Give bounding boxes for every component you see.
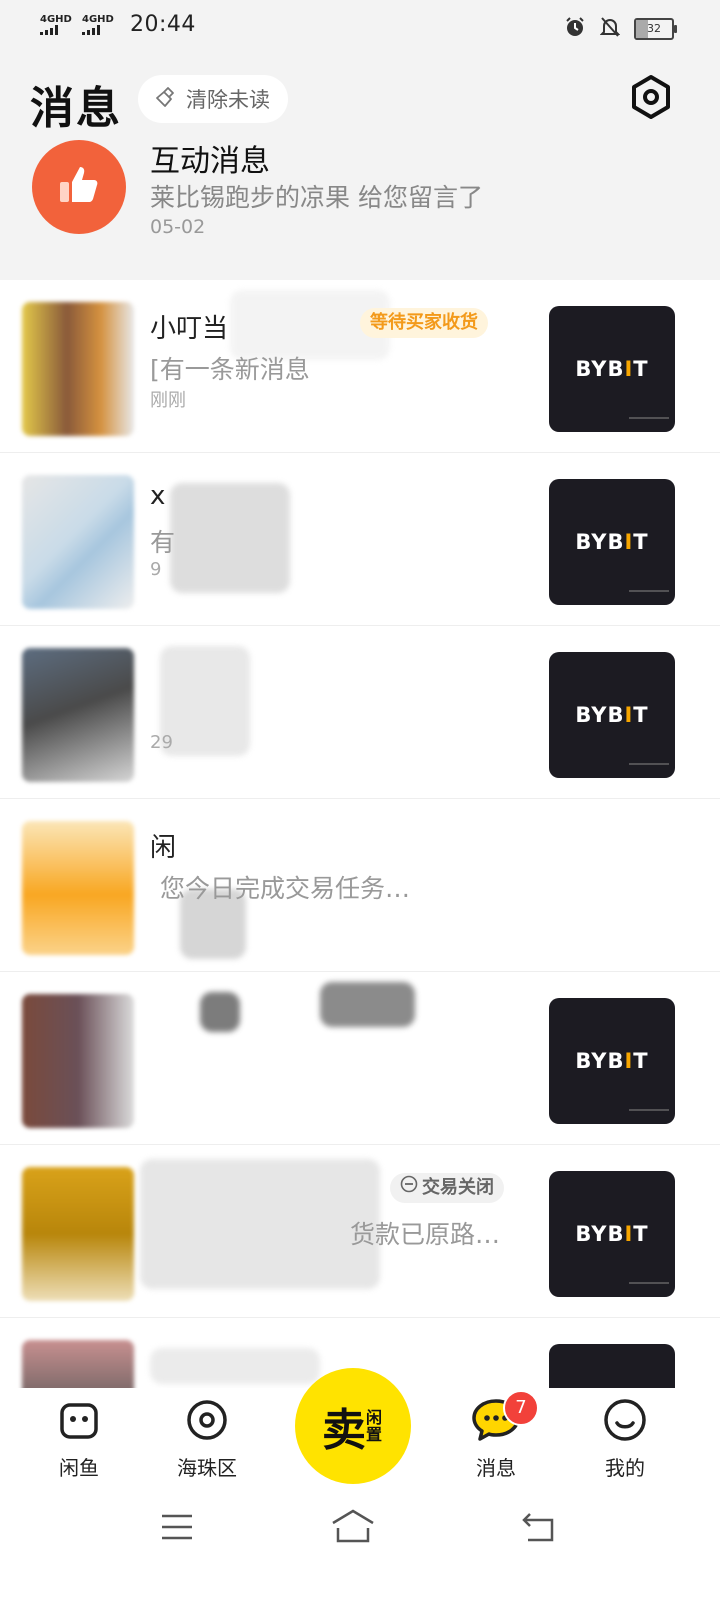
- conversation-row[interactable]: BYBIT: [0, 972, 720, 1145]
- redaction-blur: [160, 646, 250, 756]
- status-badge: 交易关闭: [390, 1173, 504, 1203]
- system-navigation-bar: [0, 1490, 720, 1600]
- broom-icon: [154, 85, 178, 114]
- tab-label: 消息: [476, 1456, 516, 1480]
- settings-icon: [628, 75, 674, 124]
- tab-label: 我的: [605, 1456, 645, 1480]
- interaction-subtitle: 莱比锡跑步的凉果 给您留言了: [150, 183, 483, 212]
- avatar: [22, 302, 134, 436]
- message-time: 29: [150, 732, 173, 753]
- home-icon[interactable]: [330, 1508, 376, 1548]
- tab-nearby[interactable]: 海珠区: [152, 1394, 262, 1481]
- menu-icon[interactable]: [160, 1512, 194, 1546]
- redaction-blur: [320, 982, 415, 1027]
- bybit-logo: BYBIT: [575, 1049, 649, 1073]
- sell-button[interactable]: 卖 闲置: [295, 1368, 411, 1484]
- clear-unread-label: 清除未读: [186, 88, 270, 112]
- interaction-date: 05-02: [150, 216, 206, 238]
- conversation-row[interactable]: 货款已原路… 交易关闭 BYBIT: [0, 1145, 720, 1318]
- bell-off-icon: [599, 16, 621, 42]
- bybit-logo: BYBIT: [575, 703, 649, 727]
- fish-home-icon: [56, 1397, 102, 1447]
- product-thumbnail[interactable]: BYBIT: [549, 652, 675, 778]
- clock: 20:44: [130, 12, 196, 37]
- product-thumbnail[interactable]: BYBIT: [549, 479, 675, 605]
- minus-circle-icon: [400, 1173, 418, 1203]
- redaction-blur: [150, 1348, 320, 1384]
- redaction-blur: [170, 483, 290, 593]
- conversation-row[interactable]: 闲 您今日完成交易任务…: [0, 799, 720, 972]
- avatar: [22, 821, 134, 955]
- tab-label: 海珠区: [177, 1456, 237, 1480]
- conversation-row[interactable]: x 有 9 BYBIT: [0, 453, 720, 626]
- status-badge: 等待买家收货: [360, 308, 488, 338]
- message-time: 9: [150, 559, 162, 580]
- bybit-logo: BYBIT: [575, 357, 649, 381]
- message-preview: [有一条新消息: [150, 355, 310, 384]
- conversation-row[interactable]: 小叮当 [有一条新消息 刚刚 等待买家收货 BYBIT: [0, 280, 720, 453]
- tab-label: 闲鱼: [59, 1456, 99, 1480]
- interaction-messages-entry[interactable]: 互动消息 莱比锡跑步的凉果 给您留言了 05-02: [0, 130, 720, 260]
- message-time: 刚刚: [150, 390, 186, 411]
- settings-button[interactable]: [628, 74, 674, 120]
- avatar: [22, 475, 134, 609]
- tab-messages[interactable]: 7 消息: [441, 1390, 551, 1481]
- contact-name: x: [150, 481, 166, 511]
- message-preview: 您今日完成交易任务…: [160, 874, 411, 903]
- product-thumbnail[interactable]: BYBIT: [549, 1171, 675, 1297]
- redaction-blur: [140, 1159, 380, 1289]
- clear-unread-button[interactable]: 清除未读: [138, 75, 288, 123]
- conversation-row[interactable]: 29 BYBIT: [0, 626, 720, 799]
- contact-name: 闲: [150, 833, 177, 863]
- avatar: [22, 994, 134, 1128]
- smile-face-icon: [602, 1397, 648, 1447]
- contact-name: 小叮当: [150, 314, 229, 344]
- battery-icon: 32: [634, 18, 677, 40]
- tab-home[interactable]: 闲鱼: [24, 1394, 134, 1481]
- like-avatar: [32, 140, 126, 234]
- thumbs-up-icon: [54, 160, 104, 214]
- product-thumbnail[interactable]: BYBIT: [549, 998, 675, 1124]
- interaction-title: 互动消息: [150, 144, 270, 179]
- redaction-blur: [200, 992, 240, 1032]
- signal-indicator-2: 4GHD: [82, 13, 116, 35]
- sell-label: 卖: [322, 1405, 366, 1456]
- avatar: [22, 648, 134, 782]
- bybit-logo: BYBIT: [575, 1222, 649, 1246]
- tab-me[interactable]: 我的: [570, 1394, 680, 1481]
- sell-sublabel: 闲置: [366, 1408, 383, 1444]
- product-thumbnail[interactable]: BYBIT: [549, 306, 675, 432]
- message-preview: 货款已原路…: [350, 1220, 501, 1249]
- signal-label: 4GHD: [40, 13, 72, 25]
- battery-level: 32: [647, 22, 661, 35]
- alarm-icon: [564, 16, 586, 42]
- avatar: [22, 1167, 134, 1301]
- message-preview: 有: [150, 528, 176, 557]
- unread-count-badge: 7: [503, 1390, 539, 1426]
- signal-indicator-1: 4GHD: [40, 13, 74, 35]
- page-title: 消息: [30, 83, 122, 134]
- location-pin-icon: [184, 1397, 230, 1447]
- signal-label: 4GHD: [82, 13, 114, 25]
- conversation-list: 小叮当 [有一条新消息 刚刚 等待买家收货 BYBIT x 有 9 BYBIT …: [0, 280, 720, 1491]
- status-label: 交易关闭: [422, 1177, 494, 1198]
- bybit-logo: BYBIT: [575, 530, 649, 554]
- back-icon[interactable]: [520, 1512, 556, 1548]
- status-bar: 4GHD 4GHD 20:44 32: [0, 0, 720, 54]
